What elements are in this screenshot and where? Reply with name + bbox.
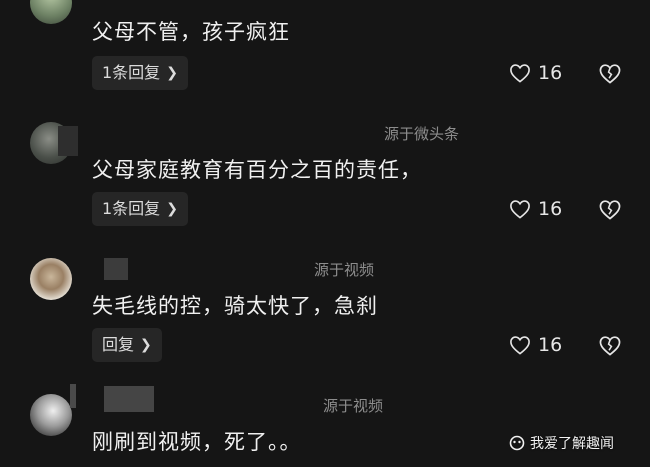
watermark-text: 我爱了解趣闻 bbox=[530, 436, 614, 452]
dislike-button[interactable] bbox=[598, 63, 622, 88]
watermark-logo-icon bbox=[509, 435, 525, 451]
reply-button[interactable]: 1条回复 ❯ bbox=[92, 56, 188, 90]
username-redacted bbox=[70, 384, 76, 408]
comment-text: 刚刷到视频，死了。。 bbox=[92, 430, 302, 454]
like-count: 16 bbox=[538, 62, 563, 84]
username-redacted bbox=[104, 386, 154, 412]
source-label: 源于微头条 bbox=[384, 125, 460, 143]
avatar[interactable] bbox=[30, 0, 72, 24]
avatar[interactable] bbox=[30, 394, 72, 436]
like-count: 16 bbox=[538, 198, 563, 220]
like-button[interactable]: 16 bbox=[509, 334, 562, 356]
broken-heart-icon bbox=[599, 64, 621, 84]
broken-heart-icon bbox=[599, 336, 621, 356]
like-button[interactable]: 16 bbox=[509, 62, 562, 84]
heart-outline-icon bbox=[510, 336, 530, 355]
reply-label: 1条回复 bbox=[102, 63, 161, 82]
dislike-button[interactable] bbox=[598, 335, 622, 360]
dislike-button[interactable] bbox=[598, 199, 622, 224]
reply-label: 1条回复 bbox=[102, 199, 161, 218]
watermark: 我爱了解趣闻 bbox=[508, 433, 614, 453]
source-label: 源于视频 bbox=[314, 261, 375, 279]
comment-text: 父母家庭教育有百分之百的责任， bbox=[92, 158, 422, 182]
heart-outline-icon bbox=[510, 64, 530, 83]
chevron-right-icon: ❯ bbox=[140, 337, 152, 353]
chevron-right-icon: ❯ bbox=[166, 65, 178, 81]
username-redacted bbox=[104, 258, 128, 280]
like-count: 16 bbox=[538, 334, 563, 356]
like-button[interactable]: 16 bbox=[509, 198, 562, 220]
reply-button[interactable]: 回复 ❯ bbox=[92, 328, 162, 362]
heart-outline-icon bbox=[510, 200, 530, 219]
comment-text: 父母不管，孩子疯狂 bbox=[92, 20, 290, 44]
comment-text: 失毛线的控，骑太快了，急刹 bbox=[92, 294, 378, 318]
reply-button[interactable]: 1条回复 ❯ bbox=[92, 192, 188, 226]
source-label: 源于视频 bbox=[323, 397, 384, 415]
broken-heart-icon bbox=[599, 200, 621, 220]
username-redacted bbox=[58, 126, 78, 156]
avatar[interactable] bbox=[30, 258, 72, 300]
reply-label: 回复 bbox=[102, 335, 135, 354]
chevron-right-icon: ❯ bbox=[166, 201, 178, 217]
